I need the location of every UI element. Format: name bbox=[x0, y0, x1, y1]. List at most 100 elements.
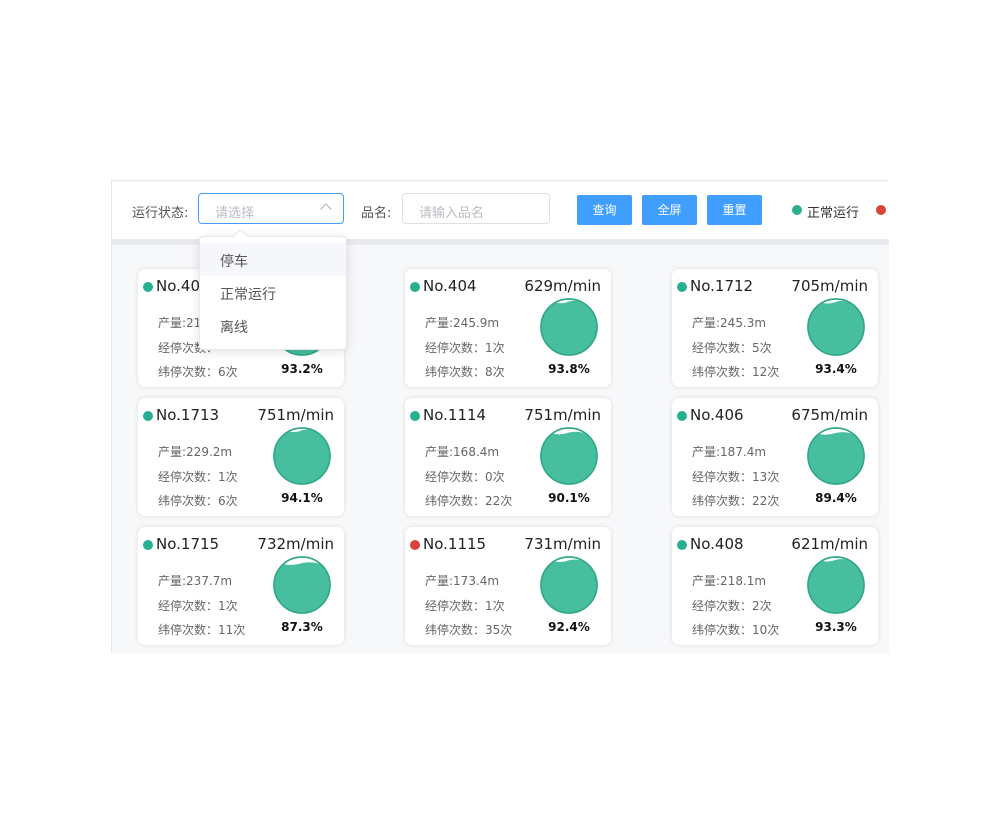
efficiency-gauge bbox=[540, 556, 598, 614]
dropdown-option-running[interactable]: 正常运行 bbox=[200, 276, 346, 309]
weft-stop-row: 纬停次数：22次 bbox=[692, 492, 779, 509]
reset-button[interactable]: 重置 bbox=[707, 195, 762, 225]
machine-card[interactable]: No.408 621m/min 产量:218.1m 经停次数：2次 纬停次数：10次 93… bbox=[672, 527, 878, 645]
output-row: 产量:245.3m bbox=[692, 314, 766, 331]
efficiency-percent: 93.2% bbox=[281, 362, 323, 376]
efficiency-percent: 90.1% bbox=[548, 491, 590, 505]
fullscreen-button[interactable]: 全屏 bbox=[642, 195, 697, 225]
warp-stop-value: 1次 bbox=[485, 341, 505, 355]
name-input[interactable]: 请输入品名 bbox=[402, 193, 550, 224]
weft-stop-value: 6次 bbox=[218, 494, 238, 508]
weft-stop-label: 纬停次数： bbox=[692, 623, 753, 637]
machine-name: No.1712 bbox=[690, 277, 754, 295]
output-label: 产量: bbox=[158, 574, 187, 588]
output-row: 产量:245.9m bbox=[425, 314, 499, 331]
machine-speed: 621m/min bbox=[791, 535, 868, 553]
output-label: 产量: bbox=[425, 445, 454, 459]
warp-stop-row: 经停次数：1次 bbox=[425, 597, 505, 614]
query-button[interactable]: 查询 bbox=[577, 195, 632, 225]
machine-speed: 629m/min bbox=[524, 277, 601, 295]
output-value: 237.7m bbox=[186, 574, 233, 588]
output-value: 173.4m bbox=[453, 574, 500, 588]
warp-stop-value: 1次 bbox=[218, 470, 238, 484]
machine-card[interactable]: No.1115 731m/min 产量:173.4m 经停次数：1次 纬停次数：35次 9… bbox=[405, 527, 611, 645]
warp-stop-label: 经停次数： bbox=[692, 470, 753, 484]
warp-stop-row: 经停次数：2次 bbox=[692, 597, 772, 614]
output-row: 产量:237.7m bbox=[158, 572, 232, 589]
weft-stop-label: 纬停次数： bbox=[158, 623, 219, 637]
machine-name: No.1713 bbox=[156, 406, 220, 424]
machine-card[interactable]: No.1712 705m/min 产量:245.3m 经停次数：5次 纬停次数：12次 9… bbox=[672, 269, 878, 387]
warp-stop-value: 2次 bbox=[752, 599, 772, 613]
output-label: 产量: bbox=[692, 316, 721, 330]
machine-card[interactable]: No.1715 732m/min 产量:237.7m 经停次数：1次 纬停次数：11次 8… bbox=[138, 527, 344, 645]
weft-stop-value: 8次 bbox=[485, 365, 505, 379]
weft-stop-value: 10次 bbox=[752, 623, 780, 637]
legend-fault-dot bbox=[876, 205, 886, 215]
dropdown-option-label: 停车 bbox=[220, 254, 248, 270]
efficiency-percent: 87.3% bbox=[281, 620, 323, 634]
warp-stop-value: 0次 bbox=[485, 470, 505, 484]
output-value: 229.2m bbox=[186, 445, 233, 459]
machine-card[interactable]: No.404 629m/min 产量:245.9m 经停次数：1次 纬停次数：8次 93.… bbox=[405, 269, 611, 387]
status-dot bbox=[143, 411, 153, 421]
efficiency-percent: 89.4% bbox=[815, 491, 857, 505]
output-value: 168.4m bbox=[453, 445, 500, 459]
status-dot bbox=[677, 540, 687, 550]
efficiency-percent: 93.8% bbox=[548, 362, 590, 376]
machine-name: No.404 bbox=[423, 277, 477, 295]
output-row: 产量:173.4m bbox=[425, 572, 499, 589]
weft-stop-value: 22次 bbox=[752, 494, 780, 508]
weft-stop-row: 纬停次数：11次 bbox=[158, 621, 245, 638]
machine-card[interactable]: No.1713 751m/min 产量:229.2m 经停次数：1次 纬停次数：6次 94… bbox=[138, 398, 344, 516]
weft-stop-row: 纬停次数：10次 bbox=[692, 621, 779, 638]
output-row: 产量:187.4m bbox=[692, 443, 766, 460]
output-label: 产量: bbox=[158, 316, 187, 330]
warp-stop-label: 经停次数： bbox=[692, 599, 753, 613]
machine-speed: 675m/min bbox=[791, 406, 868, 424]
warp-stop-label: 经停次数： bbox=[158, 470, 219, 484]
output-row: 产量:21 bbox=[158, 314, 201, 331]
weft-stop-label: 纬停次数： bbox=[425, 623, 486, 637]
chevron-up-icon bbox=[320, 203, 332, 215]
weft-stop-value: 11次 bbox=[218, 623, 246, 637]
output-row: 产量:229.2m bbox=[158, 443, 232, 460]
efficiency-gauge bbox=[807, 298, 865, 356]
status-dot bbox=[677, 282, 687, 292]
status-dot bbox=[143, 540, 153, 550]
output-label: 产量: bbox=[692, 445, 721, 459]
warp-stop-value: 1次 bbox=[218, 599, 238, 613]
machine-card[interactable]: No.406 675m/min 产量:187.4m 经停次数：13次 纬停次数：22次 8… bbox=[672, 398, 878, 516]
dropdown-option-offline[interactable]: 离线 bbox=[200, 309, 346, 342]
weft-stop-row: 纬停次数：22次 bbox=[425, 492, 512, 509]
machine-name: No.408 bbox=[690, 535, 744, 553]
weft-stop-value: 6次 bbox=[218, 365, 238, 379]
efficiency-gauge bbox=[273, 556, 331, 614]
machine-speed: 751m/min bbox=[257, 406, 334, 424]
efficiency-percent: 94.1% bbox=[281, 491, 323, 505]
efficiency-percent: 93.4% bbox=[815, 362, 857, 376]
weft-stop-label: 纬停次数： bbox=[158, 494, 219, 508]
efficiency-gauge bbox=[540, 427, 598, 485]
weft-stop-row: 纬停次数：35次 bbox=[425, 621, 512, 638]
dropdown-option-stop[interactable]: 停车 bbox=[200, 243, 346, 276]
warp-stop-value: 13次 bbox=[752, 470, 780, 484]
status-select-placeholder: 请选择 bbox=[215, 206, 255, 221]
machine-speed: 732m/min bbox=[257, 535, 334, 553]
status-dot bbox=[410, 282, 420, 292]
output-label: 产量: bbox=[692, 574, 721, 588]
status-dropdown: 停车 正常运行 离线 bbox=[199, 228, 347, 350]
warp-stop-row: 经停次数：1次 bbox=[158, 468, 238, 485]
status-select[interactable]: 请选择 bbox=[198, 193, 344, 224]
machine-card[interactable]: No.1114 751m/min 产量:168.4m 经停次数：0次 纬停次数：22次 9… bbox=[405, 398, 611, 516]
efficiency-gauge bbox=[540, 298, 598, 356]
weft-stop-row: 纬停次数：12次 bbox=[692, 363, 779, 380]
weft-stop-label: 纬停次数： bbox=[158, 365, 219, 379]
dropdown-option-label: 离线 bbox=[220, 320, 248, 336]
output-value: 245.3m bbox=[720, 316, 767, 330]
output-value: 187.4m bbox=[720, 445, 767, 459]
weft-stop-label: 纬停次数： bbox=[425, 494, 486, 508]
warp-stop-label: 经停次数： bbox=[692, 341, 753, 355]
machine-name: No.1115 bbox=[423, 535, 487, 553]
weft-stop-row: 纬停次数：6次 bbox=[158, 492, 238, 509]
